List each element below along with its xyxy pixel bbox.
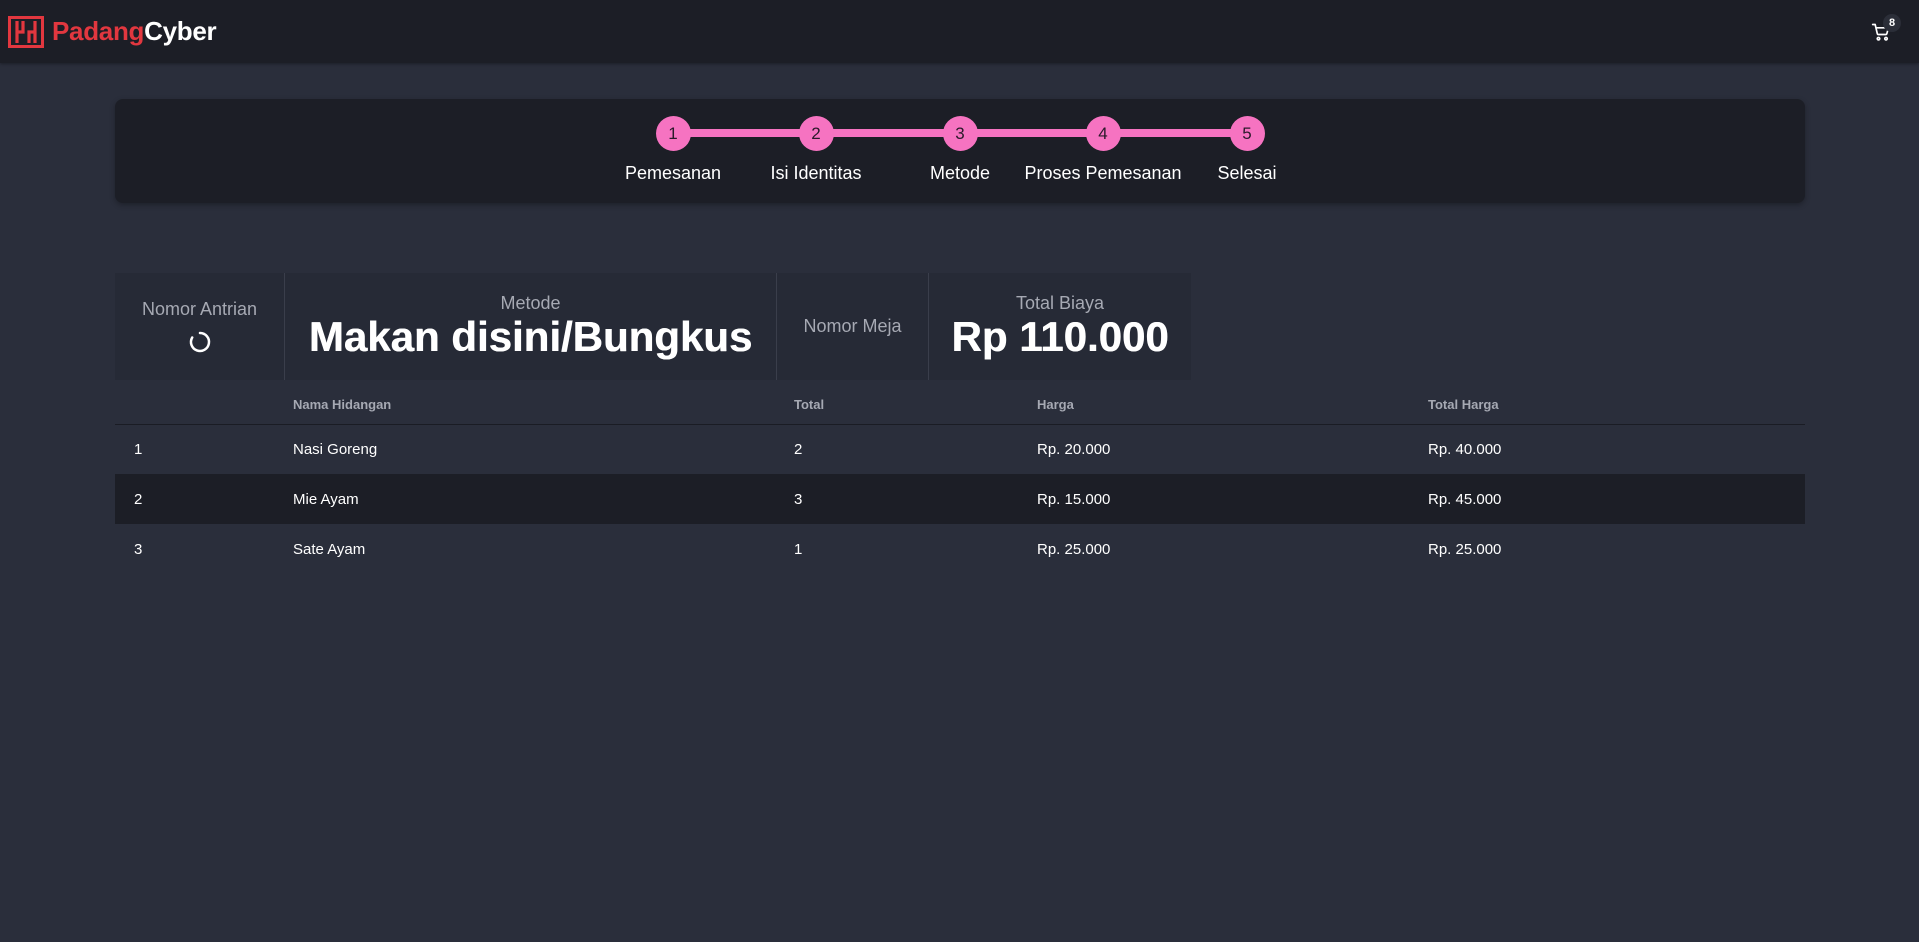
cell-price: Rp. 20.000 — [1037, 440, 1111, 458]
stat-title: Nomor Meja — [803, 316, 902, 336]
step-number: 5 — [1229, 116, 1265, 151]
step-label: Proses Pemesanan — [1024, 163, 1182, 183]
step-label: Isi Identitas — [770, 163, 862, 183]
step-number: 2 — [798, 116, 834, 151]
stat-value: Rp 110.000 — [951, 312, 1169, 360]
brand-link[interactable]: PadangCyber — [8, 15, 217, 48]
table-row: 3 Sate Ayam 1 Rp. 25.000 Rp. 25.000 — [115, 524, 1805, 574]
order-stats: Nomor Antrian Metode Makan disini/Bungku… — [115, 273, 1191, 380]
step-number: 3 — [942, 116, 978, 151]
stat-title: Nomor Antrian — [141, 299, 258, 319]
cell-quantity: 3 — [775, 474, 1018, 524]
cell-subtotal: Rp. 25.000 — [1428, 540, 1502, 558]
step-number: 1 — [655, 116, 691, 151]
stat-value: Makan disini/Bungkus — [308, 312, 753, 360]
brand-name-part2: Cyber — [144, 16, 217, 46]
stat-title: Metode — [500, 292, 561, 313]
order-steps-card: 1 Pemesanan 2 Isi Identitas 3 Metode 4 P… — [115, 99, 1805, 203]
order-table: Nama Hidangan Total Harga Total Harga 1 … — [115, 386, 1805, 574]
step-proses-pemesanan: 4 Proses Pemesanan — [1023, 116, 1183, 184]
cell-dish-name: Sate Ayam — [293, 540, 366, 558]
column-header-name: Nama Hidangan — [274, 386, 775, 425]
stat-method: Metode Makan disini/Bungkus — [285, 273, 777, 380]
brand-name: PadangCyber — [52, 16, 217, 47]
stat-queue-number: Nomor Antrian — [115, 273, 285, 380]
padangcyber-logo-icon — [8, 15, 44, 48]
table-row: 2 Mie Ayam 3 Rp. 15.000 Rp. 45.000 — [115, 474, 1805, 524]
order-table-wrapper: Nama Hidangan Total Harga Total Harga 1 … — [115, 386, 1805, 574]
table-row: 1 Nasi Goreng 2 Rp. 20.000 Rp. 40.000 — [115, 424, 1805, 474]
column-header-subtotal: Total Harga — [1409, 386, 1805, 425]
cell-price: Rp. 15.000 — [1018, 474, 1409, 524]
step-isi-identitas: 2 Isi Identitas — [736, 116, 896, 184]
cell-index: 2 — [115, 474, 274, 524]
brand-name-part1: Padang — [52, 16, 145, 46]
cell-dish-name: Nasi Goreng — [293, 440, 378, 458]
loading-spinner-icon — [189, 331, 210, 353]
cell-quantity: 2 — [794, 440, 803, 458]
cart-button[interactable]: 8 — [1863, 13, 1901, 50]
cell-index: 1 — [134, 440, 143, 458]
order-steps: 1 Pemesanan 2 Isi Identitas 3 Metode 4 P… — [115, 99, 1805, 203]
cell-index: 3 — [134, 540, 143, 558]
step-number: 4 — [1085, 116, 1121, 151]
cell-dish-name: Mie Ayam — [274, 474, 775, 524]
column-header-price: Harga — [1018, 386, 1409, 425]
cell-subtotal: Rp. 45.000 — [1409, 474, 1805, 524]
step-label: Pemesanan — [624, 163, 722, 183]
cell-price: Rp. 25.000 — [1037, 540, 1111, 558]
table-header-row: Nama Hidangan Total Harga Total Harga — [115, 386, 1805, 425]
cell-subtotal: Rp. 40.000 — [1428, 440, 1502, 458]
cell-quantity: 1 — [794, 540, 803, 558]
step-selesai: 5 Selesai — [1167, 116, 1327, 184]
cart-count-badge: 8 — [1883, 13, 1901, 32]
step-pemesanan: 1 Pemesanan — [593, 116, 753, 184]
stat-total-cost: Total Biaya Rp 110.000 — [929, 273, 1191, 380]
stat-table-number: Nomor Meja — [777, 273, 929, 380]
step-metode: 3 Metode — [880, 116, 1040, 184]
column-header-index — [115, 386, 274, 425]
step-label: Metode — [929, 163, 991, 183]
column-header-total: Total — [775, 386, 1018, 425]
stat-title: Total Biaya — [1015, 292, 1105, 313]
navbar: PadangCyber 8 — [0, 0, 1919, 63]
step-label: Selesai — [1217, 163, 1277, 183]
